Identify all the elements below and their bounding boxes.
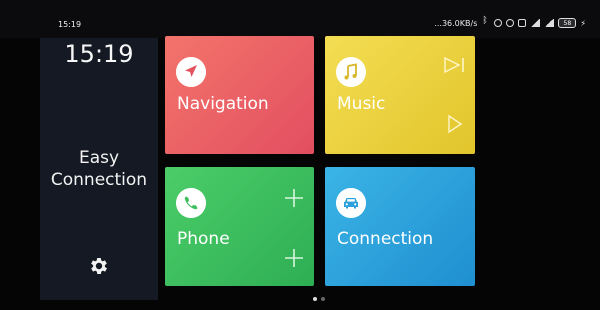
phone-label: Phone	[177, 229, 230, 249]
clock-icon	[506, 19, 515, 27]
navigation-arrow-icon	[176, 57, 206, 87]
bluetooth-icon	[481, 16, 490, 27]
wifi-icon	[518, 19, 527, 27]
network-speed: ...36.0KB/s	[434, 18, 478, 28]
navigation-label: Navigation	[177, 94, 269, 114]
signal-2-icon	[544, 19, 555, 27]
status-icons: ...36.0KB/s 58 ⚡	[434, 16, 586, 28]
music-note-icon	[336, 57, 366, 87]
add-contact-icon[interactable]	[284, 188, 304, 208]
status-bar: 15:19 ...36.0KB/s 58 ⚡	[0, 0, 600, 38]
connection-label: Connection	[337, 229, 434, 249]
music-label: Music	[337, 94, 386, 114]
page-dot-2[interactable]	[321, 297, 325, 301]
app-name-line1: Easy	[78, 148, 120, 168]
settings-gear-icon[interactable]	[88, 255, 110, 277]
music-tile[interactable]: Music	[325, 36, 475, 154]
play-icon[interactable]	[446, 114, 464, 134]
add-icon[interactable]	[284, 248, 304, 268]
sidebar: 15:19 Easy Connection	[40, 38, 158, 300]
battery-icon: 58	[558, 18, 577, 28]
alarm-icon	[494, 19, 503, 27]
skip-next-icon[interactable]	[443, 56, 467, 74]
connection-tile[interactable]: Connection	[325, 167, 475, 286]
navigation-tile[interactable]: Navigation	[165, 36, 314, 154]
car-icon	[336, 188, 366, 218]
phone-icon	[176, 188, 206, 218]
signal-icon	[530, 19, 541, 27]
status-time: 15:19	[58, 20, 82, 29]
page-indicator	[313, 297, 325, 301]
phone-tile[interactable]: Phone	[165, 167, 314, 286]
clock: 15:19	[64, 40, 134, 68]
app-name: Easy Connection	[40, 147, 158, 191]
app-name-line2: Connection	[50, 170, 148, 190]
page-dot-1[interactable]	[313, 297, 317, 301]
charging-icon: ⚡	[580, 18, 586, 28]
